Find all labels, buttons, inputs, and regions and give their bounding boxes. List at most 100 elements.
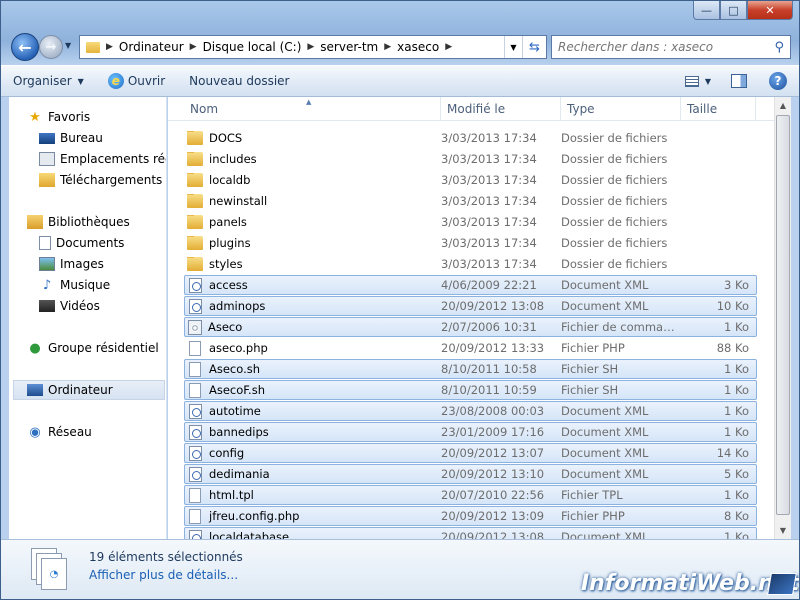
file-row[interactable]: adminops 20/09/2012 13:08 Document XML 10 K… (184, 296, 757, 316)
file-row[interactable]: panels 3/03/2013 17:34 Dossier de fichiers (184, 212, 757, 232)
file-name: access (209, 278, 248, 292)
file-modified: 20/09/2012 13:08 (441, 299, 545, 313)
file-row[interactable]: dedimania 20/09/2012 13:10 Document XML 5 K… (184, 464, 757, 484)
nav-downloads[interactable]: Téléchargements (39, 170, 166, 190)
minimize-button[interactable]: — (693, 1, 720, 20)
chevron-right-icon[interactable]: ▶ (188, 42, 199, 52)
file-name-cell: panels (185, 215, 441, 229)
file-size: 1 Ko (724, 404, 749, 418)
open-button[interactable]: e Ouvrir (96, 66, 177, 96)
file-row[interactable]: AsecoF.sh 8/10/2011 10:59 Fichier SH 1 Ko (184, 380, 757, 400)
downloads-icon (39, 173, 55, 187)
file-row[interactable]: autotime 23/08/2008 00:03 Document XML 1 Ko (184, 401, 757, 421)
scroll-down-button[interactable]: ▼ (775, 522, 791, 539)
file-icon (189, 487, 201, 503)
file-row[interactable]: includes 3/03/2013 17:34 Dossier de fichie… (184, 149, 757, 169)
nav-homegroup[interactable]: ● Groupe résidentiel (27, 338, 166, 358)
file-row[interactable]: styles 3/03/2013 17:34 Dossier de fichiers (184, 254, 757, 274)
scroll-thumb[interactable] (776, 115, 790, 515)
nav-recent-places[interactable]: Emplacements récents (39, 149, 166, 169)
file-row[interactable]: aseco.php 20/09/2012 13:33 Fichier PHP 88 K… (184, 338, 757, 358)
file-type: Document XML (561, 278, 649, 292)
nav-favorites[interactable]: ★ Favoris (27, 107, 166, 127)
file-row[interactable]: html.tpl 20/07/2010 22:56 Fichier TPL 1 Ko (184, 485, 757, 505)
chevron-right-icon[interactable]: ▶ (305, 42, 316, 52)
file-row[interactable]: jfreu.config.php 20/09/2012 13:09 Fichier … (184, 506, 757, 526)
nav-documents[interactable]: Documents (39, 233, 166, 253)
arrow-right-icon: → (45, 39, 57, 55)
file-row[interactable]: access 4/06/2009 22:21 Document XML 3 Ko (184, 275, 757, 295)
file-name-cell: includes (185, 152, 441, 166)
file-row[interactable]: localdatabase 20/09/2012 13:08 Document XM… (184, 527, 757, 539)
file-name: localdb (209, 173, 251, 187)
breadcrumb-xaseco[interactable]: xaseco (393, 40, 443, 54)
file-name-cell: adminops (185, 298, 441, 314)
file-size: 5 Ko (724, 467, 749, 481)
command-bar: Organiser ▼ e Ouvrir Nouveau dossier ▼ ? (1, 65, 799, 97)
file-row[interactable]: plugins 3/03/2013 17:34 Dossier de fichier… (184, 233, 757, 253)
breadcrumb-computer[interactable]: Ordinateur (115, 40, 188, 54)
music-icon: ♪ (42, 277, 52, 293)
chevron-right-icon[interactable]: ▶ (382, 42, 393, 52)
new-folder-button[interactable]: Nouveau dossier (177, 66, 301, 96)
help-button[interactable]: ? (769, 72, 787, 90)
vertical-scrollbar[interactable]: ▲ ▼ (774, 97, 791, 539)
column-header-modified[interactable]: Modifié le (441, 97, 561, 121)
file-row[interactable]: newinstall 3/03/2013 17:34 Dossier de fich… (184, 191, 757, 211)
column-header-type[interactable]: Type (561, 97, 681, 121)
search-input[interactable] (558, 40, 768, 54)
column-header-size[interactable]: Taille (681, 97, 756, 121)
forward-button[interactable]: → (39, 35, 63, 59)
breadcrumb-server-tm[interactable]: server-tm (316, 40, 382, 54)
preview-pane-button[interactable] (731, 74, 747, 88)
file-list: Nom Modifié le Type Taille ▲ DOCS 3/03/20… (168, 97, 774, 539)
nav-computer[interactable]: Ordinateur (13, 380, 165, 400)
file-row[interactable]: bannedips 23/01/2009 17:16 Document XML 1 K… (184, 422, 757, 442)
file-type: Fichier de commandes Windows (561, 320, 679, 334)
address-history-dropdown[interactable]: ▼ (504, 36, 522, 58)
search-box[interactable]: ⚲ (551, 35, 791, 59)
videos-icon (39, 300, 55, 312)
file-name-cell: DOCS (185, 131, 441, 145)
chevron-right-icon[interactable]: ▶ (104, 42, 115, 52)
maximize-button[interactable]: □ (720, 1, 747, 20)
file-name: Aseco.sh (209, 362, 261, 376)
file-row[interactable]: Aseco.sh 8/10/2011 10:58 Fichier SH 1 Ko (184, 359, 757, 379)
file-row[interactable]: localdb 3/03/2013 17:34 Dossier de fichier… (184, 170, 757, 190)
file-row[interactable]: DOCS 3/03/2013 17:34 Dossier de fichiers (184, 128, 757, 148)
folder-icon (187, 257, 203, 271)
breadcrumb-local-disk[interactable]: Disque local (C:) (199, 40, 306, 54)
nav-network[interactable]: ◉ Réseau (27, 422, 166, 442)
file-row[interactable]: Aseco 2/07/2006 10:31 Fichier de commandes… (184, 317, 757, 337)
chevron-down-icon: ▼ (77, 76, 84, 86)
file-type: Document XML (561, 530, 649, 539)
multiple-files-icon: ◔ (31, 548, 67, 590)
nav-libraries[interactable]: Bibliothèques (27, 212, 166, 232)
nav-music[interactable]: ♪ Musique (39, 275, 166, 295)
change-view-icon[interactable] (684, 75, 699, 87)
nav-desktop[interactable]: Bureau (39, 128, 166, 148)
file-name-cell: config (185, 445, 441, 461)
file-modified: 3/03/2013 17:34 (441, 194, 537, 208)
nav-images[interactable]: Images (39, 254, 166, 274)
close-button[interactable]: ✕ (747, 1, 793, 20)
view-options-dropdown[interactable]: ▼ (705, 77, 711, 86)
refresh-button[interactable]: ⇆ (522, 36, 546, 58)
file-modified: 3/03/2013 17:34 (441, 257, 537, 271)
file-name: newinstall (209, 194, 268, 208)
file-row[interactable]: config 20/09/2012 13:07 Document XML 14 Ko (184, 443, 757, 463)
show-more-details-link[interactable]: Afficher plus de détails... (89, 568, 238, 582)
recent-pages-dropdown[interactable]: ▼ (65, 41, 71, 50)
column-header-name[interactable]: Nom (184, 97, 441, 121)
address-bar[interactable]: ▶ Ordinateur ▶ Disque local (C:) ▶ serve… (79, 35, 547, 59)
search-icon[interactable]: ⚲ (774, 40, 784, 55)
nav-videos[interactable]: Vidéos (39, 296, 166, 316)
chevron-right-icon[interactable]: ▶ (443, 42, 454, 52)
organize-button[interactable]: Organiser ▼ (1, 66, 96, 96)
scroll-up-button[interactable]: ▲ (775, 97, 791, 114)
file-name-cell: html.tpl (185, 487, 441, 503)
open-label: Ouvrir (127, 74, 166, 88)
file-name-cell: autotime (185, 403, 441, 419)
back-button[interactable]: ← (11, 33, 39, 61)
xml-file-icon (189, 529, 202, 539)
